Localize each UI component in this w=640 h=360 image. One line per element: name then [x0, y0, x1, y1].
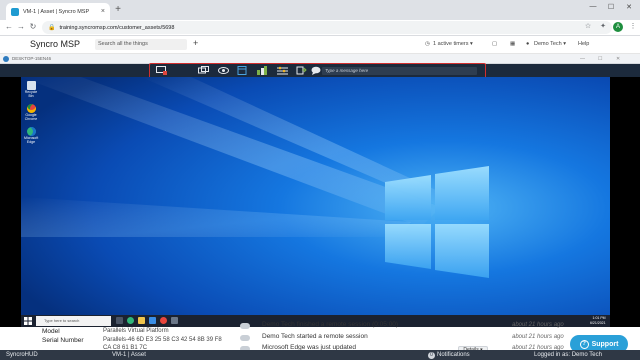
profile-avatar[interactable]: A [613, 22, 623, 32]
remote-maximize-icon[interactable]: ☐ [598, 56, 602, 62]
windows-start-icon[interactable] [24, 317, 32, 325]
taskbar-search-input[interactable]: Type here to search [36, 316, 111, 326]
forward-icon[interactable]: → [16, 22, 26, 31]
chrome-desktop-icon[interactable]: Google Chrome [24, 104, 38, 121]
serial-value: Parallels-46 6D E3 25 58 C3 42 54 8B 39 … [103, 337, 222, 343]
brand-logo[interactable]: Syncro MSP [30, 39, 80, 49]
edge-taskbar-icon[interactable] [127, 317, 134, 324]
back-icon[interactable]: ← [4, 22, 14, 31]
serial-label: Serial Number [42, 337, 84, 344]
activity-time: about 21 hours ago [512, 322, 564, 328]
lock-icon: 🔒 [48, 25, 56, 31]
url-text: training.syncromsp.com/customer_assets/5… [59, 24, 175, 31]
activity-item: Demo Tech started a remote session [262, 333, 368, 340]
new-item-button[interactable]: + [193, 38, 198, 48]
monitor-icon[interactable] [156, 66, 167, 75]
bookmark-star-icon[interactable]: ☆ [583, 22, 593, 30]
notifications-count-badge: 0 [428, 351, 435, 359]
help-circle-icon: ? [579, 339, 589, 349]
user-menu[interactable]: Demo Tech ▾ [534, 41, 566, 47]
activity-item: Demo Tech finished a remote session (0:0… [262, 321, 399, 328]
windows-wallpaper [21, 77, 610, 315]
user-icon: ● [526, 41, 530, 47]
address-bar[interactable]: 🔒 training.syncromsp.com/customer_assets… [42, 21, 612, 34]
remote-close-icon[interactable]: ✕ [616, 56, 620, 62]
message-input[interactable]: Type a message here [322, 67, 477, 75]
clock-icon: ◷ [425, 41, 430, 47]
messages-icon[interactable]: ▢ [492, 41, 497, 47]
grid-icon[interactable]: ▦ [510, 41, 515, 47]
browser-tab[interactable]: VM-1 | Asset | Syncro MSP × [6, 3, 110, 20]
settings-icon[interactable] [277, 66, 288, 75]
tasks-icon[interactable] [256, 66, 267, 75]
chrome-menu-icon[interactable]: ⋮ [628, 22, 638, 30]
chrome-taskbar-icon[interactable] [160, 317, 167, 324]
minimize-icon[interactable]: — [586, 3, 600, 10]
transfer-icon[interactable] [296, 66, 307, 75]
extensions-icon[interactable]: ✦ [598, 22, 608, 30]
logged-in-label: Logged in as: Demo Tech [534, 352, 602, 358]
activity-icon [240, 323, 250, 329]
reload-icon[interactable]: ↻ [28, 22, 38, 31]
file-explorer-icon[interactable] [138, 317, 145, 324]
syncro-favicon-icon [11, 7, 19, 16]
edge-desktop-icon[interactable]: Microsoft Edge [24, 127, 38, 144]
support-label: Support [591, 340, 619, 348]
maximize-icon[interactable]: ☐ [604, 3, 618, 11]
notifications-link[interactable]: Notifications [437, 352, 470, 358]
close-window-icon[interactable]: ✕ [622, 3, 636, 11]
store-icon[interactable] [149, 317, 156, 324]
eye-icon[interactable] [218, 66, 229, 75]
model-label: Model [42, 328, 60, 335]
remote-minimize-icon[interactable]: — [580, 56, 585, 62]
mail-icon[interactable] [171, 317, 178, 324]
active-timers[interactable]: 1 active timers ▾ [433, 41, 473, 47]
page-label: VM-1 | Asset [112, 352, 146, 358]
chat-icon[interactable] [311, 66, 322, 75]
tab-title: VM-1 | Asset | Syncro MSP [23, 8, 90, 15]
help-link[interactable]: Help [578, 41, 589, 47]
syncrohud-label[interactable]: SyncroHUD [6, 352, 38, 358]
screens-icon[interactable] [198, 66, 209, 75]
status-bar: SyncroHUD VM-1 | Asset 0 Notifications L… [0, 350, 640, 360]
remote-app-icon [3, 56, 9, 62]
search-input[interactable]: Search all the things [95, 39, 187, 50]
recycle-bin-icon[interactable]: Recycle Bin [24, 81, 38, 98]
model-value: Parallels Virtual Platform [103, 328, 169, 334]
activity-time: about 21 hours ago [512, 334, 564, 340]
new-tab-button[interactable]: + [112, 4, 124, 16]
remote-window-title: DESKTOP-15EN46 [12, 56, 52, 61]
remote-left-border [0, 77, 21, 327]
tab-close-icon[interactable]: × [101, 8, 105, 15]
activity-icon [240, 335, 250, 341]
remote-right-border [610, 77, 640, 327]
remote-desktop[interactable] [21, 77, 610, 315]
taskbar-clock[interactable]: 1:01 PM 6/21/2021 [590, 316, 606, 325]
window-icon[interactable] [237, 66, 248, 75]
task-view-icon[interactable] [116, 317, 123, 324]
